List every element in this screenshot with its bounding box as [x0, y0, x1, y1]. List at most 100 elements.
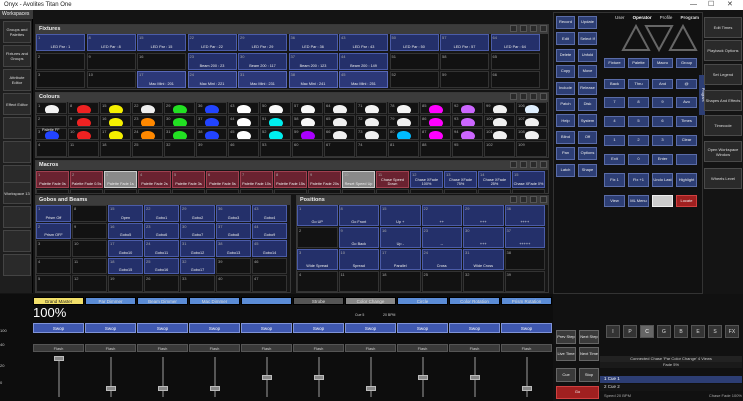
keypad-latch-button[interactable]: Latch — [556, 163, 575, 177]
colour-palette-cell[interactable]: 92 — [452, 102, 483, 114]
colour-palette-cell[interactable]: 74 — [356, 141, 387, 157]
macro-cell[interactable]: 3 Palette Fade 1s — [104, 171, 137, 188]
position-cell[interactable]: 30 +++ — [463, 227, 504, 248]
position-cell[interactable]: 25 — [421, 271, 462, 292]
fader-swop-button[interactable]: Swop — [189, 323, 240, 333]
sidebar-item-empty[interactable] — [3, 254, 31, 276]
key-enter-button[interactable]: Enter — [652, 154, 673, 165]
macro-cell[interactable] — [36, 189, 69, 194]
fader-knob[interactable] — [106, 386, 116, 391]
cue-row[interactable]: 1 Cue 1 — [600, 376, 742, 383]
position-cell[interactable]: 8 Go Front — [338, 205, 379, 226]
colour-palette-cell[interactable]: 65 — [324, 115, 355, 127]
gobo-cell[interactable]: 3 — [36, 240, 71, 257]
position-cell[interactable]: 23 -- — [421, 227, 462, 248]
keypad-select-if-button[interactable]: Select If — [578, 32, 597, 46]
colour-palette-cell[interactable]: 57 — [292, 102, 323, 114]
fixture-cell[interactable]: 66 — [490, 71, 540, 88]
keypad-options-button[interactable]: Options — [578, 147, 597, 161]
fader-knob[interactable] — [366, 386, 376, 391]
fixture-cell[interactable]: 17 Mac Mini : 201 — [137, 71, 186, 88]
colour-palette-cell[interactable]: 17 — [100, 128, 131, 140]
macro-cell[interactable]: 7 Palette Fade 10s — [240, 171, 273, 188]
position-cell[interactable]: 3 Wide Spread — [297, 249, 338, 270]
colour-palette-cell[interactable]: 100 — [484, 115, 515, 127]
position-cell[interactable]: 2 — [297, 227, 338, 248]
colour-palette-cell[interactable]: 58 — [292, 115, 323, 127]
position-cell[interactable]: 10 Spread — [338, 249, 379, 270]
fader-swop-button[interactable]: Swop — [241, 323, 292, 333]
colour-palette-cell[interactable]: 43 — [228, 102, 259, 114]
macro-cell[interactable] — [172, 189, 205, 194]
right-playback-options-button[interactable]: Playback Options — [704, 40, 742, 61]
key-0-button[interactable]: 0 — [628, 154, 649, 165]
key-2-button[interactable]: 2 — [628, 135, 649, 146]
position-cell[interactable]: 11 — [338, 271, 379, 292]
fader-knob[interactable] — [210, 386, 220, 391]
macro-cell[interactable]: 2 Palette Fade 0.5s — [70, 171, 103, 188]
colour-palette-cell[interactable]: 9 — [68, 115, 99, 127]
colour-palette-cell[interactable]: 1 — [36, 102, 67, 114]
position-cell[interactable]: 31 Wide Cross — [463, 249, 504, 270]
fader-swop-button[interactable]: Swop — [397, 323, 448, 333]
gobo-cell[interactable]: 25 Gobo16 — [144, 257, 179, 274]
cuelist-tab-s[interactable]: S — [708, 325, 722, 338]
fader-label[interactable]: Color Rotation — [449, 297, 500, 305]
colour-palette-cell[interactable]: 2 — [36, 115, 67, 127]
cue-next-time-button[interactable]: Next Time — [579, 347, 599, 361]
fader-flash-button[interactable]: Flash — [189, 344, 240, 352]
colour-palette-cell[interactable]: 22 — [132, 102, 163, 114]
fixture-cell[interactable]: 15 LED Par : 15 — [137, 34, 186, 51]
fader-swop-button[interactable]: Swop — [501, 323, 552, 333]
macro-cell[interactable] — [274, 189, 307, 194]
colour-palette-cell[interactable]: 60 — [292, 141, 323, 157]
gobo-cell[interactable]: 26 — [144, 275, 179, 292]
fixture-cell[interactable]: 22 LED Par : 22 — [187, 34, 237, 51]
colour-palette-cell[interactable]: 108 — [516, 128, 547, 140]
panel-tool-icon[interactable] — [510, 196, 517, 203]
macro-cell[interactable] — [104, 189, 137, 194]
nav-at-button[interactable]: @ — [676, 79, 697, 89]
colour-palette-cell[interactable]: 18 — [100, 141, 131, 157]
macro-cell[interactable] — [342, 189, 375, 194]
fader-swop-button[interactable]: Swop — [449, 323, 500, 333]
gobo-cell[interactable]: 30 Gobo7 — [180, 222, 215, 239]
macro-cell[interactable]: 15 Chase XFade 0% — [512, 171, 545, 188]
fixture-cell[interactable]: 8 LED Par : 8 — [86, 34, 136, 51]
panel-tool-icon[interactable] — [530, 93, 537, 100]
panel-tool-icon[interactable] — [510, 25, 517, 32]
fader-label[interactable] — [241, 297, 292, 305]
cuelist-tab-c[interactable]: C — [640, 325, 654, 338]
colour-palette-cell[interactable]: 8 — [68, 102, 99, 114]
gobo-cell[interactable]: 11 — [72, 257, 107, 274]
key-4-button[interactable]: 4 — [604, 116, 625, 127]
key-6-button[interactable]: 6 — [652, 116, 673, 127]
colour-palette-cell[interactable]: 11 — [68, 141, 99, 157]
colour-palette-cell[interactable]: 67 — [324, 141, 355, 157]
fader-swop-button[interactable]: Swop — [345, 323, 396, 333]
keypad-edit-button[interactable]: Edit — [556, 32, 575, 46]
cuelist-tab-b[interactable]: B — [674, 325, 688, 338]
fixture-cell[interactable]: 59 — [440, 71, 489, 88]
position-cell[interactable]: 36 ++++ — [504, 205, 545, 226]
macro-cell[interactable]: 8 Palette Fade 15s — [274, 171, 307, 188]
panel-tool-icon[interactable] — [530, 196, 537, 203]
fader-label[interactable]: Par Dimmer — [85, 297, 136, 305]
gobo-cell[interactable]: 4 — [36, 257, 71, 274]
colour-palette-cell[interactable]: 85 — [420, 102, 451, 114]
fixture-cell[interactable]: 2 — [36, 52, 85, 70]
key-1-button[interactable]: 1 — [604, 135, 625, 146]
attr-macro-button[interactable]: Macro — [652, 58, 673, 68]
gobo-cell[interactable]: 31 Gobo12 — [180, 240, 215, 257]
colour-palette-cell[interactable]: 73 — [356, 128, 387, 140]
right-wheels-level-button[interactable]: Wheels Level — [704, 168, 742, 189]
fixture-cell[interactable]: 57 LED Par : 57 — [440, 34, 489, 51]
colour-palette-cell[interactable]: 101 — [484, 128, 515, 140]
fixture-cell[interactable]: 50 LED Par : 50 — [389, 34, 439, 51]
key-7-button[interactable]: 7 — [604, 97, 625, 108]
position-cell[interactable]: 29 +++ — [463, 205, 504, 226]
keypad-disk-button[interactable]: Disk — [578, 98, 597, 111]
gobo-cell[interactable]: 1 Prism Off — [36, 205, 71, 222]
right-set-legend-button[interactable]: Set Legend — [704, 64, 742, 85]
gobo-cell[interactable]: 2 Prism OFF — [36, 222, 71, 239]
